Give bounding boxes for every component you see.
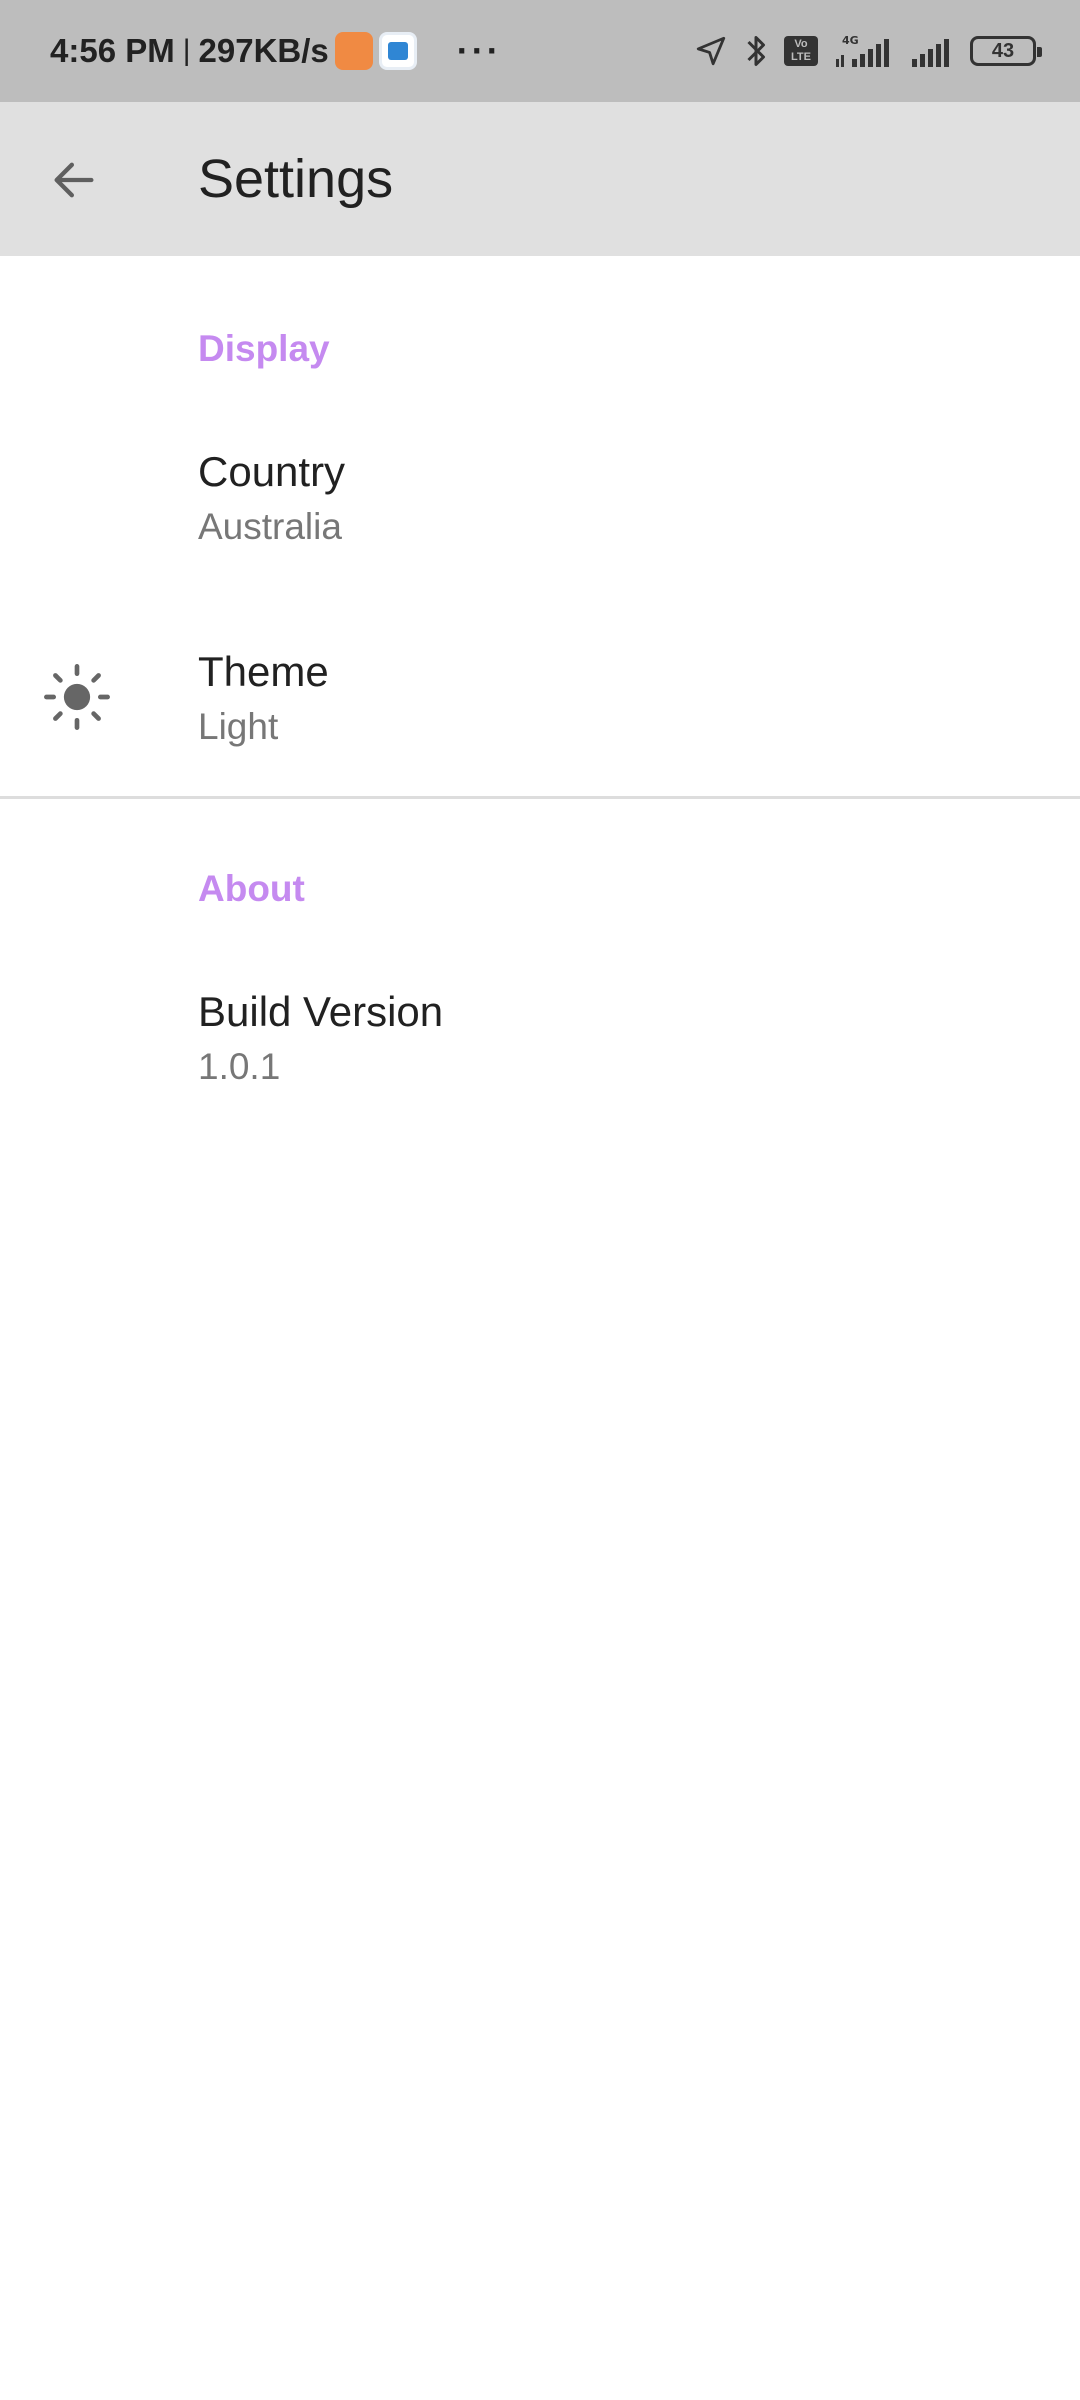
status-bar-left: 4:56 PM | 297KB/s ··· [50,0,502,102]
page-title: Settings [198,149,394,209]
status-separator: | [182,34,191,67]
preference-summary: Light [198,706,279,747]
more-notifications-icon: ··· [456,30,502,71]
status-network-speed: 297KB/s [198,32,329,69]
bluetooth-icon [747,36,765,66]
signal-icon [912,39,949,67]
preference-title: Country [198,448,346,495]
preference-country[interactable]: Country Australia [0,400,1080,590]
preference-summary: Australia [198,506,342,547]
preference-build-version[interactable]: Build Version 1.0.1 [0,940,1080,1130]
battery-icon: 43 [970,36,1042,66]
svg-text:4G: 4G [842,34,859,47]
volte-icon: Vo LTE [784,36,818,66]
status-time: 4:56 PM [50,32,175,69]
back-button[interactable] [36,142,112,218]
outlook-app-icon [378,32,417,70]
app-bar: Settings [0,102,1080,256]
section-header-display: Display [198,328,330,369]
section-divider [0,796,1080,799]
preference-theme[interactable]: Theme Light [0,600,1080,790]
section-header-about: About [198,868,305,909]
preference-title: Theme [198,648,329,695]
brightness-icon [44,664,110,730]
status-bar: 4:56 PM | 297KB/s ··· Vo LTE 4G 43 [0,0,1080,102]
location-icon [696,36,726,66]
status-bar-right: Vo LTE 4G 43 [694,0,1042,102]
heart-app-icon [334,32,373,70]
arrow-back-icon [54,162,94,198]
preference-summary: 1.0.1 [198,1046,281,1087]
signal-4g-icon: 4G [836,34,889,67]
preference-title: Build Version [198,988,444,1035]
